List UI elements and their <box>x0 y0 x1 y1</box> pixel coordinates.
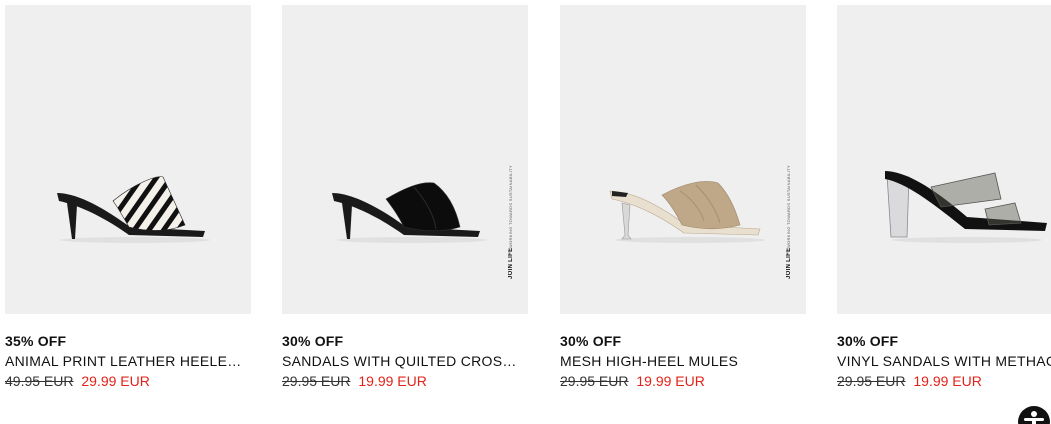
vinyl-sandal-icon <box>885 171 1047 238</box>
mesh-mule-icon <box>609 181 761 240</box>
product-image[interactable] <box>5 5 251 314</box>
product-name[interactable]: ANIMAL PRINT LEATHER HEELED MULES <box>5 351 249 371</box>
discount-label: 35% OFF <box>5 333 67 349</box>
accessibility-icon-head <box>1031 411 1037 417</box>
price-row: 29.95 EUR 19.99 EUR <box>837 371 1051 391</box>
product-name[interactable]: VINYL SANDALS WITH METHACRYLATE HEEL <box>837 351 1051 371</box>
product-card[interactable]: 30% OFF VINYL SANDALS WITH METHACRYLATE … <box>837 5 1051 391</box>
old-price: 29.95 EUR <box>282 373 351 389</box>
badge-sublabel: WORKING TOWARDS SUSTAINABILITY <box>786 164 791 248</box>
old-price: 49.95 EUR <box>5 373 74 389</box>
product-image[interactable]: JOIN LIFEWORKING TOWARDS SUSTAINABILITY <box>560 5 806 314</box>
product-image[interactable]: JOIN LIFEWORKING TOWARDS SUSTAINABILITY <box>282 5 528 314</box>
badge-label: JOIN LIFEWORKING TOWARDS SUSTAINABILITY <box>508 164 514 279</box>
black-mule-icon <box>332 182 480 239</box>
product-name[interactable]: MESH HIGH-HEEL MULES <box>560 351 804 371</box>
accessibility-icon-torso <box>1032 418 1036 424</box>
product-name[interactable]: SANDALS WITH QUILTED CROSSED STRAPS <box>282 351 526 371</box>
sale-price: 19.99 EUR <box>358 373 427 389</box>
old-price: 29.95 EUR <box>837 373 906 389</box>
sale-price: 19.99 EUR <box>636 373 705 389</box>
old-price: 29.95 EUR <box>560 373 629 389</box>
price-row: 49.95 EUR 29.99 EUR <box>5 371 251 391</box>
badge-label: JOIN LIFEWORKING TOWARDS SUSTAINABILITY <box>786 164 792 279</box>
discount-label: 30% OFF <box>560 333 622 349</box>
price-row: 29.95 EUR 19.99 EUR <box>282 371 528 391</box>
product-card[interactable]: 35% OFF ANIMAL PRINT LEATHER HEELED MULE… <box>5 5 251 391</box>
join-life-badge: JOIN LIFEWORKING TOWARDS SUSTAINABILITY <box>508 153 518 279</box>
product-image[interactable] <box>837 5 1051 314</box>
sale-price: 29.99 EUR <box>81 373 150 389</box>
discount-label: 30% OFF <box>837 333 899 349</box>
zebra-mule-icon <box>57 176 205 239</box>
product-card[interactable]: JOIN LIFEWORKING TOWARDS SUSTAINABILITY … <box>282 5 528 391</box>
discount-label: 30% OFF <box>282 333 344 349</box>
product-card[interactable]: JOIN LIFEWORKING TOWARDS SUSTAINABILITY … <box>560 5 806 391</box>
sale-price: 19.99 EUR <box>913 373 982 389</box>
badge-sublabel: WORKING TOWARDS SUSTAINABILITY <box>508 164 513 248</box>
product-grid: 35% OFF ANIMAL PRINT LEATHER HEELED MULE… <box>0 0 1051 424</box>
join-life-badge: JOIN LIFEWORKING TOWARDS SUSTAINABILITY <box>786 153 796 279</box>
price-row: 29.95 EUR 19.99 EUR <box>560 371 806 391</box>
